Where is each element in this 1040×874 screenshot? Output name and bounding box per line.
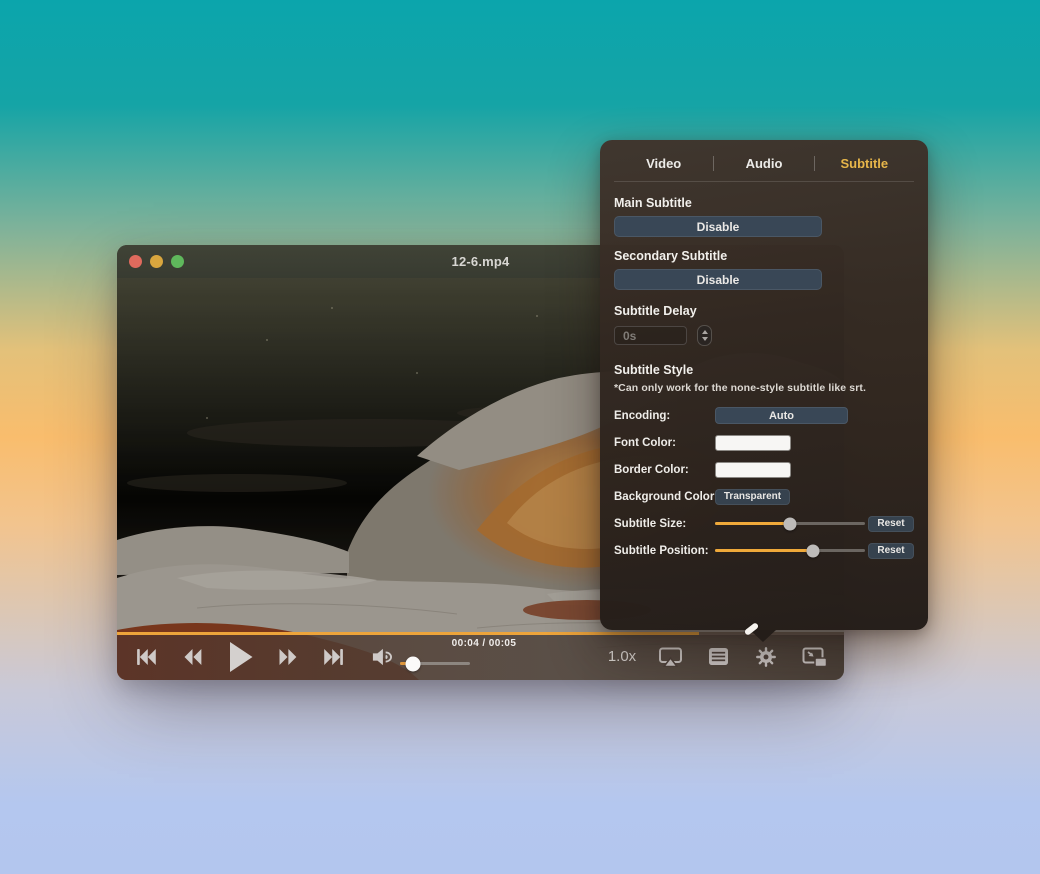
subtitle-delay-input[interactable]: [614, 326, 687, 345]
subtitle-position-slider[interactable]: [715, 549, 865, 552]
subtitle-size-slider-fill: [715, 522, 790, 525]
border-color-label: Border Color:: [614, 464, 689, 476]
time-display: 00:04 / 00:05: [441, 638, 527, 649]
settings-tabs: Video Audio Subtitle: [614, 152, 914, 174]
subtitle-size-label: Subtitle Size:: [614, 518, 686, 530]
subtitle-position-slider-knob[interactable]: [806, 544, 819, 557]
skip-back-icon: [135, 649, 157, 665]
gear-icon: [755, 646, 777, 668]
tab-audio[interactable]: Audio: [714, 156, 813, 171]
encoding-auto-button[interactable]: Auto: [715, 407, 848, 424]
background-color-label: Background Color:: [614, 491, 718, 503]
settings-button[interactable]: [755, 646, 777, 668]
secondary-subtitle-label: Secondary Subtitle: [614, 249, 914, 263]
airplay-icon: [658, 647, 683, 667]
subtitle-delay-stepper[interactable]: [697, 325, 712, 346]
fast-forward-button[interactable]: [276, 649, 299, 665]
tab-subtitle[interactable]: Subtitle: [815, 156, 914, 171]
picture-in-picture-icon: [802, 647, 828, 668]
pip-button[interactable]: [802, 647, 828, 668]
rewind-icon: [181, 649, 204, 665]
rewind-button[interactable]: [181, 649, 204, 665]
stepper-down-icon: [702, 337, 708, 341]
encoding-label: Encoding:: [614, 410, 670, 422]
playback-speed-button[interactable]: 1.0x: [600, 632, 644, 680]
subtitle-delay-label: Subtitle Delay: [614, 304, 914, 318]
stepper-up-icon: [702, 330, 708, 334]
subtitle-size-slider-knob[interactable]: [784, 517, 797, 530]
subtitle-style-note: *Can only work for the none-style subtit…: [614, 382, 914, 394]
subtitle-position-reset-button[interactable]: Reset: [868, 543, 914, 559]
volume-icon: [371, 647, 393, 667]
desktop-background: 12-6.mp4: [0, 0, 1040, 874]
tab-video[interactable]: Video: [614, 156, 713, 171]
subtitle-position-slider-fill: [715, 549, 813, 552]
volume-slider-knob[interactable]: [405, 656, 420, 671]
play-button[interactable]: [227, 642, 253, 672]
font-color-row: Font Color:: [614, 434, 914, 451]
fast-forward-icon: [276, 649, 299, 665]
border-color-well[interactable]: [715, 462, 791, 478]
settings-popover: Video Audio Subtitle Main Subtitle Disab…: [600, 140, 928, 630]
play-icon: [227, 642, 253, 672]
subtitle-size-slider[interactable]: [715, 522, 865, 525]
subtitle-delay-row: [614, 325, 914, 346]
main-subtitle-disable-button[interactable]: Disable: [614, 216, 822, 237]
skip-forward-icon: [323, 649, 345, 665]
secondary-subtitle-disable-button[interactable]: Disable: [614, 269, 822, 290]
playlist-button[interactable]: [708, 647, 729, 666]
font-color-well[interactable]: [715, 435, 791, 451]
background-color-row: Background Color: Transparent: [614, 488, 914, 505]
subtitle-position-row: Subtitle Position: Reset: [614, 542, 914, 559]
skip-forward-button[interactable]: [323, 649, 345, 665]
volume-slider[interactable]: [400, 662, 470, 665]
player-control-bar: 00:04 / 00:05 1.0x: [117, 632, 844, 680]
skip-back-button[interactable]: [135, 649, 157, 665]
tabs-divider: [614, 181, 914, 182]
subtitle-position-label: Subtitle Position:: [614, 545, 709, 557]
volume-button[interactable]: [371, 647, 393, 667]
background-color-button[interactable]: Transparent: [715, 489, 790, 505]
seek-bar[interactable]: [117, 632, 844, 635]
subtitle-size-row: Subtitle Size: Reset: [614, 515, 914, 532]
airplay-button[interactable]: [658, 647, 683, 667]
encoding-row: Encoding: Auto: [614, 407, 914, 424]
subtitle-style-label: Subtitle Style: [614, 363, 914, 377]
playlist-icon: [708, 647, 729, 666]
popover-arrow: [750, 630, 776, 642]
main-subtitle-label: Main Subtitle: [614, 196, 914, 210]
font-color-label: Font Color:: [614, 437, 676, 449]
subtitle-size-reset-button[interactable]: Reset: [868, 516, 914, 532]
border-color-row: Border Color:: [614, 461, 914, 478]
